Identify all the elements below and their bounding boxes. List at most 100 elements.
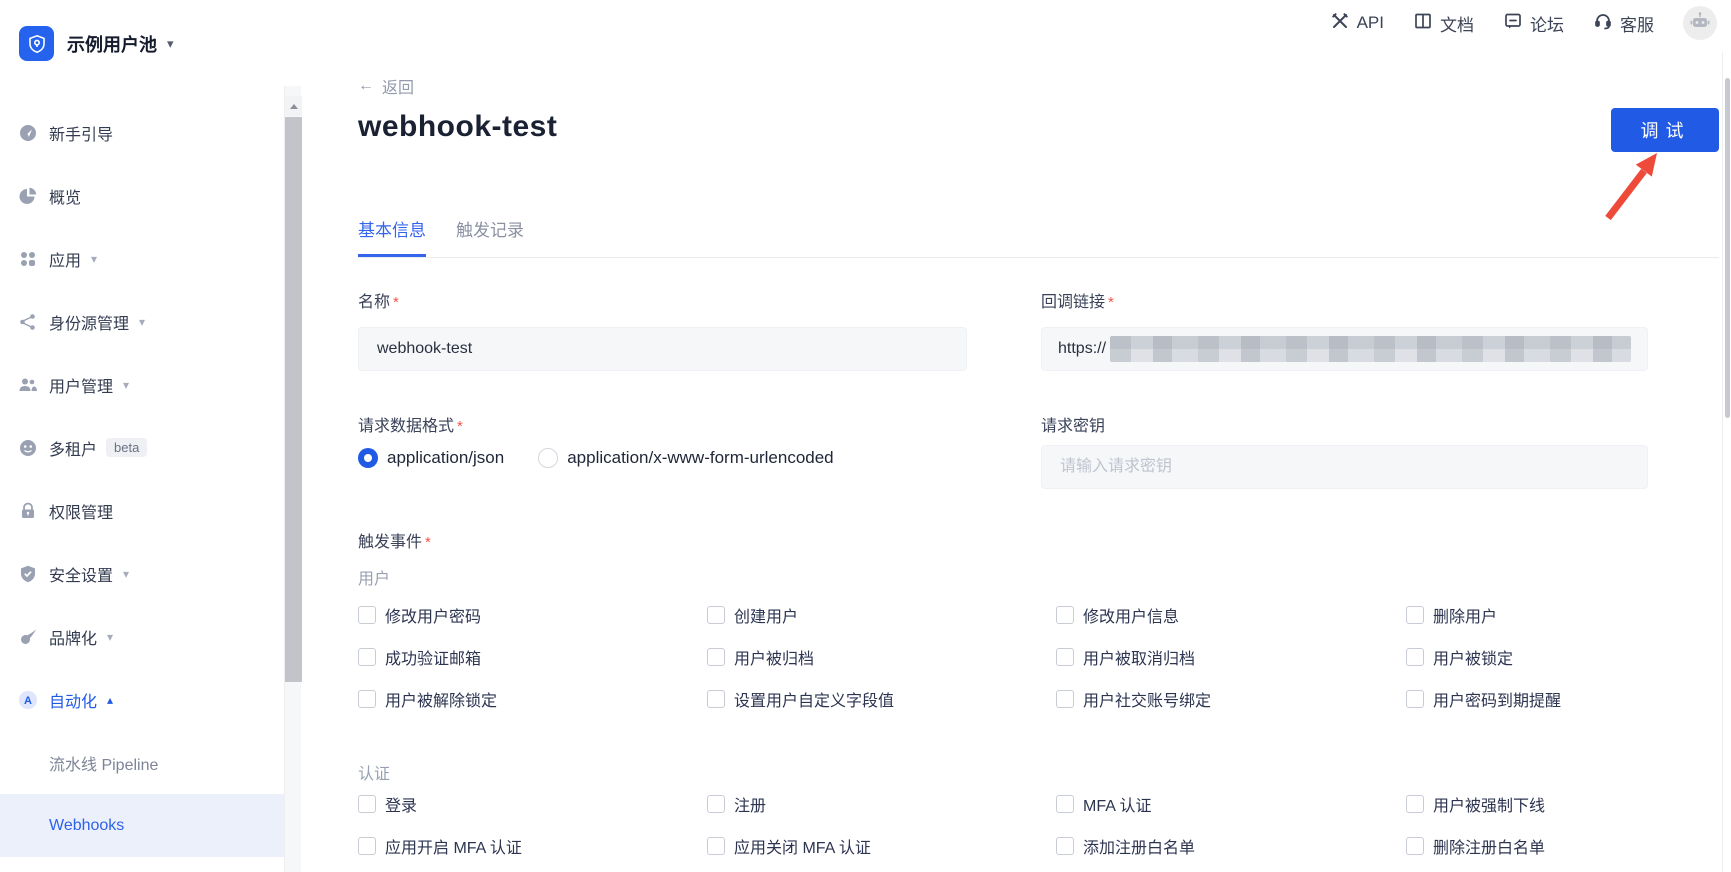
sidebar-scrollbar[interactable] (284, 86, 301, 872)
sidebar-item-permissions[interactable]: 权限管理 (0, 479, 284, 542)
checkbox-unchecked-icon[interactable] (707, 690, 725, 708)
main-content: ← 返回 webhook-test 调试 基本信息触发记录 名称 回调链接 ht… (302, 0, 1722, 872)
event-checkbox-item[interactable]: 删除用户 (1406, 594, 1648, 636)
sidebar-item-security[interactable]: 安全设置▾ (0, 542, 284, 605)
brush-icon (18, 627, 38, 647)
event-checkbox-label: 用户被归档 (734, 645, 814, 669)
event-checkbox-item[interactable]: 用户被归档 (707, 636, 1056, 678)
secret-input[interactable] (1058, 457, 1631, 477)
sidebar-item-automation[interactable]: A自动化▴ (0, 668, 284, 731)
format-radio-group: application/json application/x-www-form-u… (358, 446, 856, 470)
name-input[interactable] (375, 339, 950, 359)
url-prefix: https:// (1058, 340, 1106, 358)
callback-url-input[interactable]: https:// (1041, 327, 1648, 371)
event-checkbox-label: 创建用户 (734, 603, 798, 627)
event-checkbox-label: 删除注册白名单 (1433, 834, 1545, 858)
chevron-up-icon: ▴ (107, 693, 113, 707)
users-icon (18, 375, 38, 395)
checkbox-unchecked-icon[interactable] (358, 837, 376, 855)
event-checkbox-item[interactable]: 用户被强制下线 (1406, 783, 1648, 825)
secret-label: 请求密钥 (1041, 412, 1105, 436)
event-checkbox-item[interactable]: 应用开启 MFA 认证 (358, 825, 707, 867)
workspace-switcher[interactable]: 示例用户池 ▾ (19, 26, 174, 61)
event-checkbox-item[interactable]: 成功验证邮箱 (358, 636, 707, 678)
tab-trigger-log[interactable]: 触发记录 (456, 216, 524, 257)
format-option-application/x-www-form-urlencoded[interactable]: application/x-www-form-urlencoded (538, 448, 833, 468)
events-label: 触发事件 (358, 528, 1648, 550)
chevron-down-icon: ▾ (91, 252, 97, 266)
redacted-url-mosaic (1110, 336, 1631, 362)
checkbox-unchecked-icon[interactable] (1406, 606, 1424, 624)
sidebar-item-identity-sources[interactable]: 身份源管理▾ (0, 290, 284, 353)
chevron-down-icon: ▾ (167, 36, 174, 52)
event-checkbox-item[interactable]: 删除注册白名单 (1406, 825, 1648, 867)
event-checkbox-item[interactable]: 用户密码到期提醒 (1406, 678, 1648, 720)
event-checkbox-item[interactable]: 添加注册白名单 (1056, 825, 1406, 867)
event-checkbox-item[interactable]: 创建用户 (707, 594, 1056, 636)
sidebar-item-label: 安全设置 (49, 562, 113, 586)
checkbox-unchecked-icon[interactable] (358, 690, 376, 708)
sidebar-item-user-management[interactable]: 用户管理▾ (0, 353, 284, 416)
event-checkbox-label: 用户被强制下线 (1433, 792, 1545, 816)
checkbox-unchecked-icon[interactable] (707, 795, 725, 813)
radio-unselected-icon[interactable] (538, 448, 558, 468)
main-scrollbar-thumb[interactable] (1725, 78, 1730, 418)
event-checkbox-item[interactable]: 用户被锁定 (1406, 636, 1648, 678)
checkbox-unchecked-icon[interactable] (707, 648, 725, 666)
automation-a-icon: A (18, 690, 38, 710)
sidebar-item-webhooks[interactable]: Webhooks (0, 794, 284, 857)
sidebar-item-branding[interactable]: 品牌化▾ (0, 605, 284, 668)
event-checkbox-label: 修改用户密码 (385, 603, 481, 627)
sidebar-item-overview[interactable]: 概览 (0, 164, 284, 227)
checkbox-unchecked-icon[interactable] (1406, 837, 1424, 855)
event-checkbox-label: 用户社交账号绑定 (1083, 687, 1211, 711)
sidebar-item-label: 身份源管理 (49, 310, 129, 334)
sidebar-item-multi-tenant[interactable]: 多租户beta (0, 416, 284, 479)
event-checkbox-item[interactable]: MFA 认证 (1056, 783, 1406, 825)
event-checkbox-label: 修改用户信息 (1083, 603, 1179, 627)
event-checkbox-item[interactable]: 注册 (707, 783, 1056, 825)
checkbox-unchecked-icon[interactable] (1056, 795, 1074, 813)
event-checkbox-item[interactable]: 应用关闭 MFA 认证 (707, 825, 1056, 867)
event-checkbox-item[interactable]: 用户社交账号绑定 (1056, 678, 1406, 720)
sidebar-item-pipeline[interactable]: 流水线 Pipeline (0, 731, 284, 794)
event-checkbox-item[interactable]: 修改用户密码 (358, 594, 707, 636)
back-link[interactable]: ← 返回 (358, 74, 414, 98)
tab-basic-info[interactable]: 基本信息 (358, 216, 426, 257)
debug-button[interactable]: 调试 (1611, 108, 1719, 152)
checkbox-unchecked-icon[interactable] (707, 606, 725, 624)
sidebar-item-label: 用户管理 (49, 373, 113, 397)
checkbox-unchecked-icon[interactable] (1056, 690, 1074, 708)
checkbox-unchecked-icon[interactable] (1056, 606, 1074, 624)
event-checkbox-label: 用户被取消归档 (1083, 645, 1195, 669)
checkbox-unchecked-icon[interactable] (1406, 648, 1424, 666)
event-checkbox-item[interactable]: 用户被解除锁定 (358, 678, 707, 720)
checkbox-unchecked-icon[interactable] (1406, 795, 1424, 813)
back-arrow-icon: ← (358, 77, 374, 95)
sidebar-item-apps[interactable]: 应用▾ (0, 227, 284, 290)
sidebar-item-guide[interactable]: 新手引导 (0, 101, 284, 164)
event-checkbox-item[interactable]: 修改用户信息 (1056, 594, 1406, 636)
sidebar-item-label: Webhooks (49, 817, 124, 835)
identity-share-icon (18, 312, 38, 332)
checkbox-unchecked-icon[interactable] (358, 648, 376, 666)
sidebar-scrollbar-thumb[interactable] (285, 117, 302, 682)
format-option-application/json[interactable]: application/json (358, 448, 504, 468)
sidebar-nav: 新手引导概览应用▾身份源管理▾用户管理▾多租户beta权限管理安全设置▾品牌化▾… (0, 101, 284, 857)
checkbox-unchecked-icon[interactable] (1056, 837, 1074, 855)
event-checkbox-label: 用户被解除锁定 (385, 687, 497, 711)
main-scrollbar[interactable] (1722, 52, 1731, 872)
checkbox-unchecked-icon[interactable] (358, 795, 376, 813)
radio-selected-icon[interactable] (358, 448, 378, 468)
event-checkbox-grid: 登录注册MFA 认证 用户被强制下线应用开启 MFA 认证 应用关闭 MFA 认证添… (358, 783, 1648, 867)
checkbox-unchecked-icon[interactable] (358, 606, 376, 624)
checkbox-unchecked-icon[interactable] (1406, 690, 1424, 708)
event-checkbox-item[interactable]: 登录 (358, 783, 707, 825)
event-checkbox-label: 应用开启 MFA 认证 (385, 834, 522, 858)
checkbox-unchecked-icon[interactable] (707, 837, 725, 855)
checkbox-unchecked-icon[interactable] (1056, 648, 1074, 666)
event-checkbox-item[interactable]: 用户被取消归档 (1056, 636, 1406, 678)
scroll-up-arrow-icon[interactable] (285, 96, 302, 116)
event-checkbox-item[interactable]: 设置用户自定义字段值 (707, 678, 1056, 720)
event-checkbox-label: 删除用户 (1433, 603, 1497, 627)
